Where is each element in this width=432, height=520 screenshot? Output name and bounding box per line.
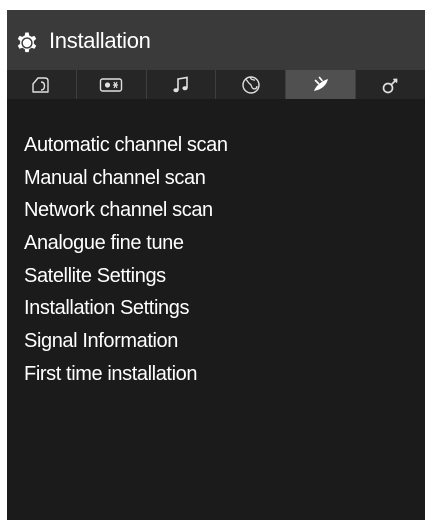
category-tab-bar — [7, 70, 425, 99]
menu-item-satellite-settings[interactable]: Satellite Settings — [7, 260, 425, 293]
tab-picture[interactable] — [7, 70, 76, 99]
menu-item-installation-settings[interactable]: Installation Settings — [7, 292, 425, 325]
picture-icon — [32, 76, 50, 93]
menu-item-manual-channel-scan[interactable]: Manual channel scan — [7, 162, 425, 195]
settings-key-icon — [382, 78, 397, 93]
sound-mode-icon — [100, 77, 123, 92]
menu-item-signal-information[interactable]: Signal Information — [7, 325, 425, 358]
menu-header: Installation — [7, 10, 425, 70]
music-note-icon — [173, 76, 188, 92]
installation-menu-list: Automatic channel scan Manual channel sc… — [7, 99, 425, 391]
tab-music[interactable] — [145, 70, 216, 99]
satellite-dish-icon — [313, 76, 328, 91]
gear-icon — [15, 31, 39, 55]
tab-settings[interactable] — [355, 70, 425, 99]
tab-sound-mode[interactable] — [75, 70, 146, 99]
globe-icon — [242, 75, 260, 94]
tab-network[interactable] — [215, 70, 285, 99]
menu-item-automatic-channel-scan[interactable]: Automatic channel scan — [7, 129, 425, 162]
menu-item-network-channel-scan[interactable]: Network channel scan — [7, 194, 425, 227]
tv-menu-panel: Installation Automatic channel scan Manu… — [7, 10, 425, 520]
menu-item-analogue-fine-tune[interactable]: Analogue fine tune — [7, 227, 425, 260]
page-title: Installation — [49, 28, 151, 53]
tab-installation[interactable] — [285, 70, 356, 99]
menu-item-first-time-installation[interactable]: First time installation — [7, 358, 425, 391]
